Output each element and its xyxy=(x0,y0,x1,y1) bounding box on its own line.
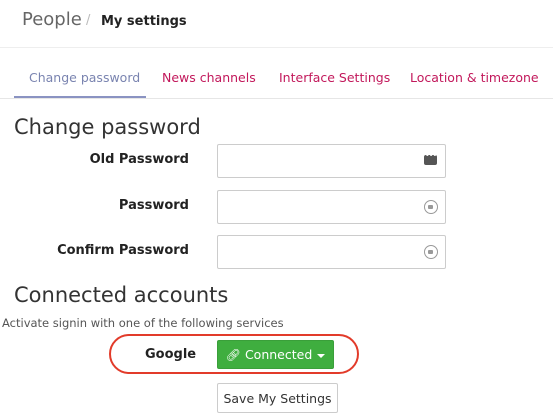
connected-accounts-description: Activate signin with one of the followin… xyxy=(2,316,284,330)
google-connected-dropdown[interactable]: 🔗︎ Connected xyxy=(217,340,334,369)
breadcrumb-root[interactable]: People xyxy=(22,9,82,30)
tab-news-channels[interactable]: News channels xyxy=(162,70,256,85)
tab-location-timezone[interactable]: Location & timezone xyxy=(410,70,539,85)
confirm-password-field[interactable] xyxy=(217,235,446,269)
password-label: Password xyxy=(118,198,189,213)
old-password-label: Old Password xyxy=(89,152,189,167)
lock-icon xyxy=(424,200,438,214)
tab-change-password[interactable]: Change password xyxy=(29,70,140,85)
breadcrumb-separator: / xyxy=(86,13,91,28)
tabs-divider xyxy=(0,98,553,99)
key-icon[interactable] xyxy=(424,151,437,165)
caret-down-icon xyxy=(317,353,326,358)
lock-icon xyxy=(424,245,438,259)
link-icon: 🔗︎ xyxy=(225,347,241,362)
breadcrumb-current: My settings xyxy=(101,14,187,29)
change-password-heading: Change password xyxy=(14,115,201,139)
old-password-field[interactable] xyxy=(217,144,446,178)
confirm-password-label: Confirm Password xyxy=(57,243,189,258)
tab-interface-settings[interactable]: Interface Settings xyxy=(279,70,390,85)
connected-label: Connected xyxy=(244,347,313,362)
google-label: Google xyxy=(145,347,197,362)
header-divider xyxy=(0,47,553,48)
connected-accounts-heading: Connected accounts xyxy=(14,283,229,307)
password-field[interactable] xyxy=(217,190,446,224)
save-settings-button[interactable]: Save My Settings xyxy=(217,383,338,413)
